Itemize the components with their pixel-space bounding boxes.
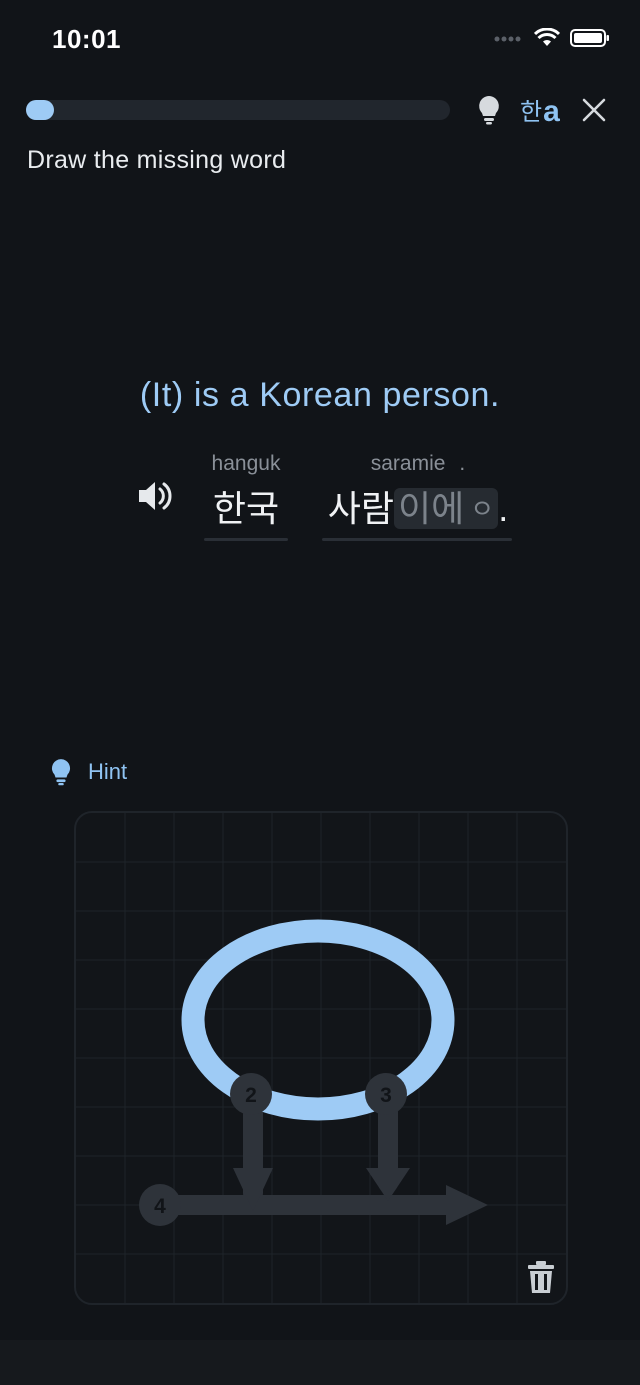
hint-button[interactable]: Hint [50,758,127,786]
lightbulb-icon [479,96,499,125]
svg-text:2: 2 [245,1084,257,1107]
canvas-drawing: 2 3 4 [76,813,566,1303]
word-romanization: saramie. [322,452,514,476]
progress-bar [26,100,450,120]
svg-text:3: 3 [380,1084,392,1107]
status-time: 10:01 [52,24,121,54]
drawn-stroke [181,919,455,1121]
hint-lightbulb-button[interactable] [474,92,504,128]
play-audio-button[interactable] [134,474,178,518]
wifi-icon [534,28,560,46]
progress-fill [26,100,54,120]
lightbulb-icon [51,759,71,786]
status-icons [494,28,610,48]
bottom-bar-area [0,1340,640,1385]
close-icon [582,98,606,122]
drawing-canvas[interactable]: 2 3 4 [74,811,568,1305]
known-syllables: 사람 [327,488,395,529]
translation-text: (It) is a Korean person. [139,376,501,414]
word-underline [322,538,512,541]
missing-glyph: ㅇ [470,494,495,524]
lang-toggle-latin: a [543,95,560,128]
romanization-punct: . [459,452,466,475]
word-hangul: 사람 이에 ㅇ. [322,480,514,532]
lang-toggle-korean: 한 [520,99,543,126]
speaker-icon [139,482,172,510]
clear-canvas-button[interactable] [526,1260,556,1299]
canvas-grid [76,813,566,1303]
word-hangul: 한국 [212,488,280,529]
stroke-order-marker-4: 4 [139,1184,181,1226]
cellular-signal-icon [494,36,521,42]
sentence-punctuation: . [498,488,509,529]
hint-label: Hint [88,759,128,784]
missing-syllables-text: 이에 [398,488,465,529]
missing-syllables-slot: 이에 ㅇ [394,488,499,529]
stroke-order-marker-2: 2 [230,1073,272,1115]
word-underline [204,538,288,541]
svg-text:4: 4 [154,1195,166,1218]
battery-icon [570,29,609,47]
sentence-word-2[interactable]: saramie. 사람 이에 ㅇ. [322,452,514,541]
stroke-order-marker-3: 3 [365,1073,407,1115]
instruction-text: Draw the missing word [27,146,287,174]
language-toggle-button[interactable]: 한a [520,92,560,127]
word-romanization: hanguk [211,452,281,475]
romanization-text: saramie [370,452,446,475]
trash-icon [528,1261,554,1293]
sentence-word-1[interactable]: hanguk 한국 [204,452,288,541]
close-button[interactable] [578,92,610,128]
